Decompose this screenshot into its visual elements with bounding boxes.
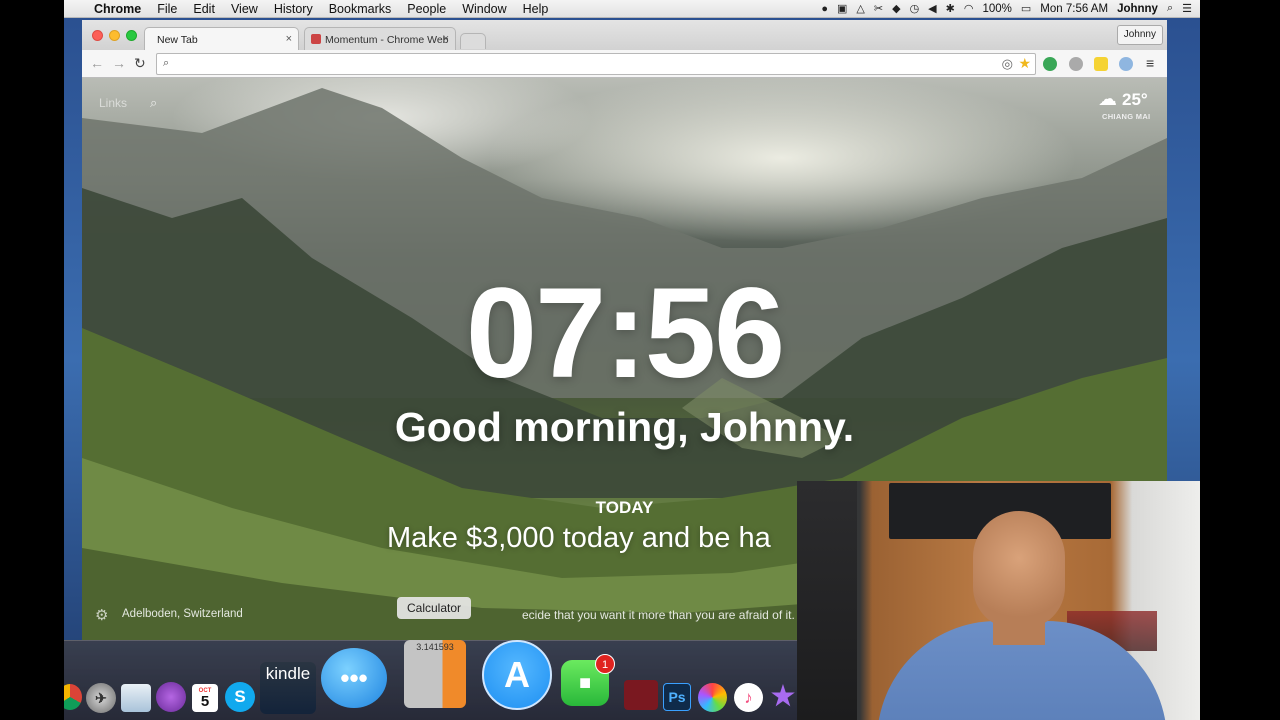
calendar-icon[interactable]: OCT 5 [192,684,218,712]
wifi-icon[interactable]: ◠ [964,2,974,15]
location-target-icon[interactable]: ◎ [1002,56,1013,72]
time-machine-icon[interactable]: ◷ [910,2,920,15]
calculator-tooltip: Calculator [397,597,472,619]
menu-edit[interactable]: Edit [185,2,223,16]
menu-window[interactable]: Window [454,2,514,16]
today-focus[interactable]: Make $3,000 today and be ha [387,522,771,555]
tab-label: New Tab [157,34,198,46]
menu-app-name[interactable]: Chrome [80,2,149,16]
itunes-icon[interactable]: ♪ [734,683,763,712]
photo-location[interactable]: Adelboden, Switzerland [122,608,243,620]
menu-bookmarks[interactable]: Bookmarks [321,2,400,16]
search-icon: ⌕ [163,57,170,69]
bookshelf [797,481,857,720]
tab-momentum[interactable]: Momentum - Chrome Web × [304,27,456,50]
photo-booth-icon[interactable] [624,680,658,710]
preview-icon[interactable] [121,684,151,712]
profile-button[interactable]: Johnny [1116,25,1163,45]
daily-quote: ecide that you want it more than you are… [522,608,795,622]
search-icon[interactable]: ⌕ [150,95,157,111]
menu-people[interactable]: People [399,2,454,16]
evernote-extension-icon[interactable] [1043,57,1057,71]
desktop: Chrome File Edit View History Bookmarks … [64,0,1200,720]
mac-menu-bar: Chrome File Edit View History Bookmarks … [64,0,1200,18]
back-button[interactable]: ← [90,55,104,71]
kindle-label: kindle [265,664,311,683]
menu-view[interactable]: View [223,2,266,16]
links-button[interactable]: Links [99,96,127,110]
extension-gray-icon[interactable] [1069,57,1083,71]
dropbox-icon[interactable]: ◆ [892,2,900,15]
minimize-window-button[interactable] [109,30,120,41]
bluetooth-icon[interactable]: ✱ [946,2,955,15]
notification-center-icon[interactable]: ☰ [1182,2,1192,15]
photoshop-icon[interactable]: Ps [663,683,691,711]
presenter-face [973,511,1065,629]
partly-cloudy-icon[interactable]: ☁ [1098,88,1117,111]
chrome-webstore-icon [311,34,321,44]
imovie-icon[interactable]: ★ [768,681,798,711]
calculator-display: 3.141593 [416,642,454,652]
webcam-overlay [797,481,1200,720]
messages-icon[interactable]: ••• [321,648,387,708]
calculator-icon[interactable]: 3.141593 [404,640,466,708]
menu-history[interactable]: History [266,2,321,16]
greeting: Good morning, Johnny. [394,404,855,450]
gear-icon[interactable]: ⚙ [95,606,108,624]
reload-button[interactable]: ↻ [134,55,146,72]
browser-toolbar: ← → ↻ ⌕ ◎ ★ ≡ [82,50,1167,78]
extension-yellow-icon[interactable] [1094,57,1108,71]
menu-file[interactable]: File [149,2,185,16]
weather-location: CHIANG MAI [1102,112,1151,121]
screenshot-extension-icon[interactable] [1119,57,1133,71]
chrome-menu-icon[interactable]: ≡ [1146,55,1154,71]
forward-button[interactable]: → [112,55,126,71]
skype-icon[interactable]: S [225,682,255,712]
photos-icon[interactable] [698,683,727,712]
close-tab-icon[interactable]: × [286,33,292,45]
zoom-window-button[interactable] [126,30,137,41]
battery-icon[interactable]: ▭ [1021,2,1031,15]
calendar-day: 5 [200,692,210,710]
weather-temperature[interactable]: 25° [1122,90,1148,110]
app-store-icon[interactable]: A [482,640,552,710]
address-bar[interactable]: ⌕ ◎ ★ [156,53,1036,75]
close-tab-icon[interactable]: × [443,33,449,45]
scissors-icon[interactable]: ✂ [874,2,883,15]
clock: 07:56 [465,262,785,405]
volume-icon[interactable]: ◀ [928,2,936,15]
podcast-icon[interactable] [156,682,186,712]
launchpad-icon[interactable]: ✈ [86,683,116,713]
menu-clock[interactable]: Mon 7:56 AM [1040,3,1108,15]
facetime-badge: 1 [595,654,615,674]
status-app-icon[interactable]: ● [821,3,828,15]
drive-icon[interactable]: △ [856,2,864,15]
menu-status-area: ● ▣ △ ✂ ◆ ◷ ◀ ✱ ◠ 100% ▭ Mon 7:56 AM Joh… [821,2,1200,15]
kindle-icon[interactable]: kindle [260,662,316,714]
tab-new-tab[interactable]: New Tab × [144,27,299,50]
battery-percent: 100% [982,2,1012,15]
photoshop-label: Ps [668,689,686,705]
tab-label: Momentum - Chrome Web [325,34,449,46]
menu-help[interactable]: Help [515,2,557,16]
bookmark-star-icon[interactable]: ★ [1018,55,1031,72]
camera-icon[interactable]: ▣ [837,2,847,15]
new-tab-button[interactable] [460,33,486,49]
menu-user[interactable]: Johnny [1117,3,1158,15]
close-window-button[interactable] [92,30,103,41]
tab-strip: New Tab × Momentum - Chrome Web × Johnny [82,20,1167,50]
spotlight-icon[interactable]: ⌕ [1167,2,1173,15]
